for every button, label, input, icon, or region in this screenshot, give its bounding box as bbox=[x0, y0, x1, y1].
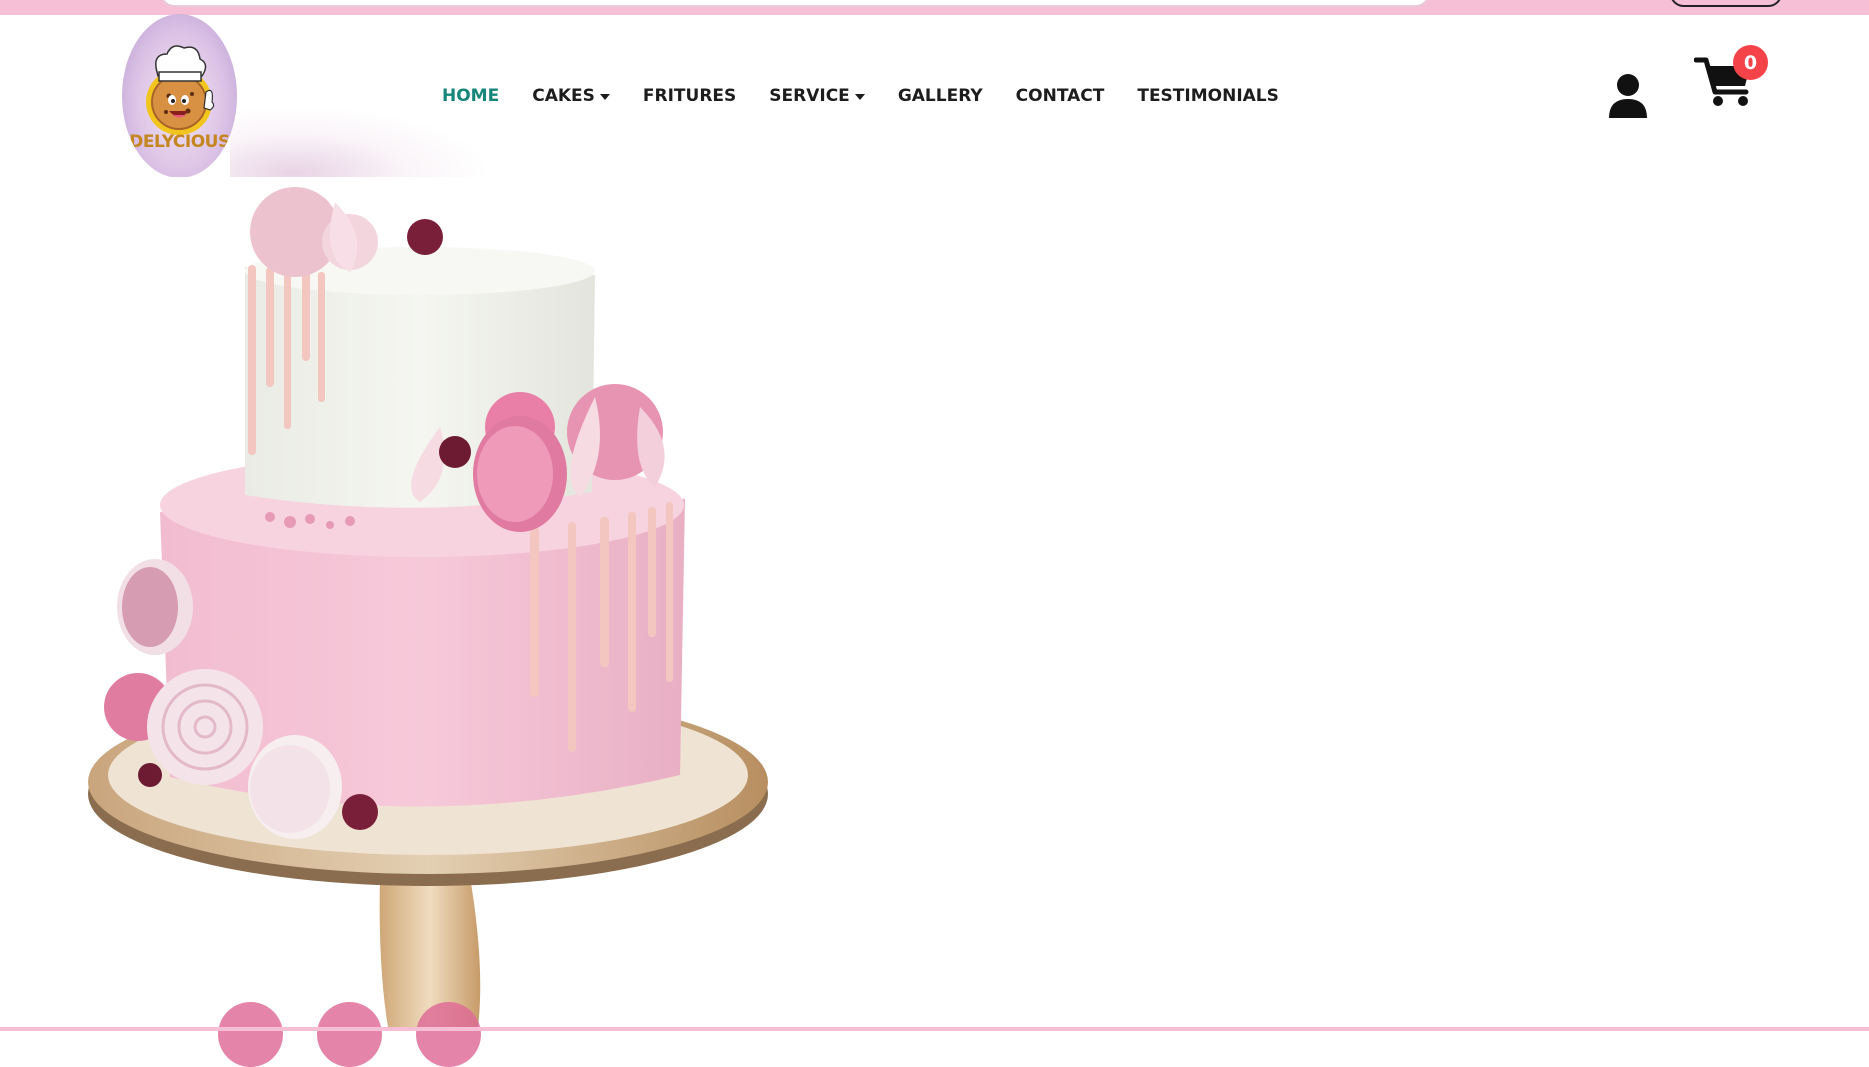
site-logo[interactable]: DELYCIOUS bbox=[122, 14, 237, 178]
logo-text: DELYCIOUS bbox=[129, 132, 230, 152]
slider-dot-2[interactable] bbox=[317, 1002, 382, 1067]
slider-dot-1[interactable] bbox=[218, 1002, 283, 1067]
logo-glow bbox=[230, 105, 490, 185]
nav-item-cakes[interactable]: CAKES bbox=[532, 86, 610, 106]
nav-label: CAKES bbox=[532, 86, 595, 106]
slider-dot-3[interactable] bbox=[416, 1002, 481, 1067]
hero-slider bbox=[0, 177, 1869, 1067]
nav-label: CONTACT bbox=[1015, 86, 1105, 106]
nav-label: FRITURES bbox=[642, 86, 737, 106]
top-bar bbox=[0, 0, 1869, 15]
user-icon[interactable] bbox=[1606, 72, 1650, 118]
nav-label: HOME bbox=[442, 86, 500, 106]
slider-dots bbox=[218, 1002, 481, 1067]
bottom-border bbox=[0, 1027, 1869, 1031]
cart-count-badge: 0 bbox=[1733, 45, 1768, 80]
nav-item-contact[interactable]: CONTACT bbox=[1016, 86, 1105, 106]
chef-cookie-icon bbox=[146, 45, 215, 135]
nav-item-gallery[interactable]: GALLERY bbox=[898, 86, 983, 106]
search-bar[interactable] bbox=[160, 0, 1430, 7]
nav-label: GALLERY bbox=[897, 86, 983, 106]
nav-label: SERVICE bbox=[769, 86, 850, 106]
caret-down-icon bbox=[599, 94, 610, 100]
nav-item-service[interactable]: SERVICE bbox=[769, 86, 865, 106]
nav-label: TESTIMONIALS bbox=[1137, 86, 1279, 106]
nav-item-home[interactable]: HOME bbox=[442, 86, 499, 106]
nav-item-testimonials[interactable]: TESTIMONIALS bbox=[1137, 86, 1279, 106]
top-pill-button[interactable] bbox=[1670, 0, 1782, 7]
nav-item-fritures[interactable]: FRITURES bbox=[643, 86, 736, 106]
main-nav: HOME CAKES FRITURES SERVICE GALLERY CONT… bbox=[442, 86, 1279, 106]
caret-down-icon bbox=[854, 94, 865, 100]
cake-hero-image bbox=[88, 187, 768, 1027]
